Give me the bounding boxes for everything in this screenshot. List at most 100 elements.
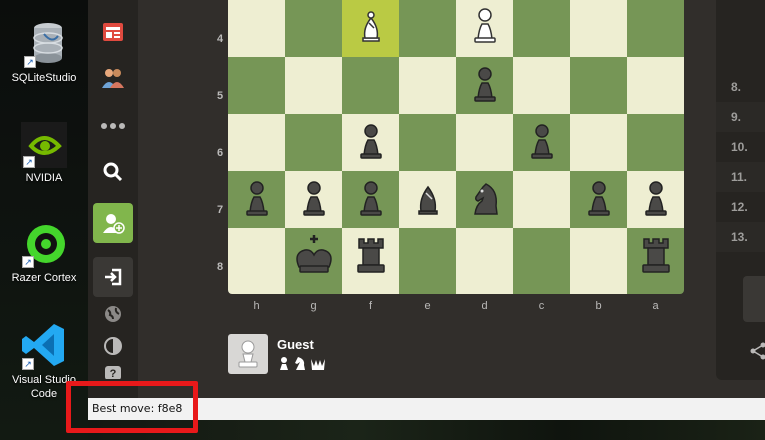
board-square[interactable]	[456, 228, 513, 285]
board-square[interactable]	[285, 114, 342, 171]
search-icon[interactable]	[93, 152, 133, 192]
shortcut-arrow-icon: ↗	[24, 56, 36, 68]
board-square[interactable]	[627, 285, 684, 294]
login-icon[interactable]	[93, 257, 133, 297]
board-square[interactable]	[513, 171, 570, 228]
board-square[interactable]	[627, 114, 684, 171]
black-pawn-icon[interactable]	[519, 117, 565, 168]
board-square[interactable]	[285, 0, 342, 57]
captured-pieces	[277, 355, 327, 376]
board-square[interactable]	[228, 114, 285, 171]
black-pawn-icon[interactable]	[576, 174, 622, 225]
share-icon[interactable]	[750, 342, 765, 365]
black-pawn-icon[interactable]	[348, 174, 394, 225]
board-square[interactable]	[513, 0, 570, 57]
board-square[interactable]	[342, 171, 399, 228]
board-square[interactable]	[228, 171, 285, 228]
player-name[interactable]: Guest	[277, 337, 314, 352]
board-square[interactable]	[570, 0, 627, 57]
black-pawn-icon[interactable]	[633, 174, 679, 225]
board-square[interactable]	[399, 285, 456, 294]
more-icon[interactable]	[93, 106, 133, 146]
board-square[interactable]	[570, 57, 627, 114]
desktop-icon-nvidia[interactable]: ↗ NVIDIA	[0, 122, 88, 185]
board-square[interactable]	[627, 171, 684, 228]
board-square[interactable]	[456, 0, 513, 57]
white-bishop-icon[interactable]	[348, 1, 394, 52]
move-number: 9.	[716, 102, 765, 132]
board-square[interactable]	[570, 285, 627, 294]
captured-pawn-icon	[277, 355, 291, 376]
board-square[interactable]	[570, 114, 627, 171]
board-square[interactable]	[627, 228, 684, 285]
white-pawn-icon[interactable]	[462, 1, 508, 52]
black-knight-icon[interactable]	[462, 174, 508, 225]
board-square[interactable]	[627, 57, 684, 114]
file-label: b	[595, 300, 602, 312]
add-friend-icon[interactable]	[93, 203, 133, 243]
desktop-icon-label: NVIDIA	[25, 172, 63, 184]
black-pawn-icon[interactable]	[348, 117, 394, 168]
board-square[interactable]	[285, 228, 342, 285]
board-square[interactable]	[228, 285, 285, 294]
rank-label: 5	[216, 90, 224, 102]
board-square[interactable]	[456, 114, 513, 171]
black-bishop-icon[interactable]	[405, 174, 451, 225]
board-square[interactable]	[342, 285, 399, 294]
board-square[interactable]	[456, 57, 513, 114]
rank-label: 7	[216, 204, 224, 216]
black-rook-icon[interactable]	[348, 231, 394, 282]
move-number: 11.	[716, 162, 765, 192]
board-square[interactable]	[513, 228, 570, 285]
board-square[interactable]	[570, 171, 627, 228]
black-king-icon[interactable]	[291, 231, 337, 282]
panel-button[interactable]	[743, 276, 765, 322]
board-square[interactable]	[627, 0, 684, 57]
board-square[interactable]	[228, 228, 285, 285]
board-square[interactable]	[456, 171, 513, 228]
player-bar: Guest	[228, 332, 528, 376]
board-square[interactable]	[399, 228, 456, 285]
board-square[interactable]	[570, 228, 627, 285]
desktop: ↗ SQLiteStudio ↗ NVIDIA ↗ Razer Cortex ↗…	[0, 0, 88, 440]
game-area: 4 5 6 7 8 h g f e d c b a Guest 8. 9. 10…	[138, 0, 765, 400]
nvidia-icon: ↗	[21, 122, 67, 168]
board-square[interactable]	[342, 114, 399, 171]
captured-knight-icon	[292, 355, 308, 376]
board-square[interactable]	[399, 57, 456, 114]
captured-queen-icon	[309, 355, 327, 376]
board-square[interactable]	[285, 285, 342, 294]
board-square[interactable]	[285, 57, 342, 114]
rank-label: 6	[216, 147, 224, 159]
board-square[interactable]	[342, 57, 399, 114]
board-square[interactable]	[513, 114, 570, 171]
black-pawn-icon[interactable]	[462, 60, 508, 111]
board-square[interactable]	[513, 285, 570, 294]
black-pawn-icon[interactable]	[291, 174, 337, 225]
board-square[interactable]	[399, 0, 456, 57]
shortcut-arrow-icon: ↗	[23, 156, 35, 168]
move-number: 8.	[731, 80, 742, 94]
file-label: a	[652, 300, 659, 312]
black-rook-icon[interactable]	[633, 231, 679, 282]
board-square[interactable]	[228, 0, 285, 57]
black-pawn-icon[interactable]	[234, 174, 280, 225]
chess-board[interactable]	[228, 0, 684, 294]
news-icon[interactable]	[93, 12, 133, 52]
avatar[interactable]	[228, 334, 268, 374]
desktop-icon-razer-cortex[interactable]: ↗ Razer Cortex	[0, 222, 88, 285]
board-square[interactable]	[456, 285, 513, 294]
file-label: c	[538, 300, 545, 312]
move-number: 10.	[731, 140, 748, 154]
board-square[interactable]	[513, 57, 570, 114]
board-square[interactable]	[342, 0, 399, 57]
board-square[interactable]	[399, 114, 456, 171]
rank-label: 8	[216, 261, 224, 273]
move-list: 8. 9. 10. 11. 12. 13.	[716, 0, 765, 380]
board-square[interactable]	[228, 57, 285, 114]
desktop-icon-sqlitestudio[interactable]: ↗ SQLiteStudio	[0, 20, 88, 85]
board-square[interactable]	[399, 171, 456, 228]
board-square[interactable]	[285, 171, 342, 228]
friends-icon[interactable]	[93, 58, 133, 98]
board-square[interactable]	[342, 228, 399, 285]
